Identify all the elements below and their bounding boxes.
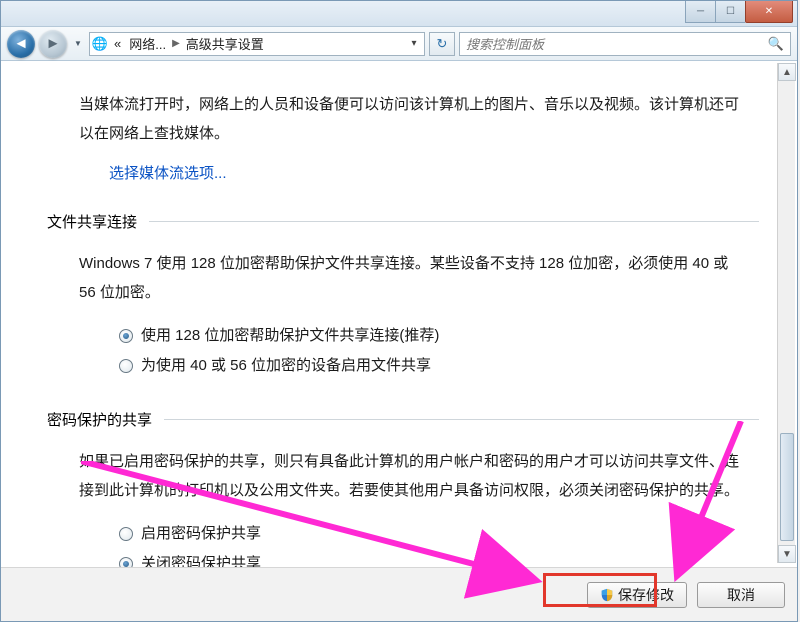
forward-button[interactable]: ►: [39, 30, 67, 58]
radio-icon: [119, 359, 133, 373]
navigation-bar: ◄ ► ▼ 🌐 « 网络... ▶ 高级共享设置 ▾ ↻ 搜索控制面板 🔍: [1, 27, 797, 61]
titlebar: ─ ☐ ✕: [1, 1, 797, 27]
radio-label: 为使用 40 或 56 位加密的设备启用文件共享: [141, 351, 431, 381]
history-dropdown[interactable]: ▼: [71, 39, 85, 48]
radio-icon: [119, 527, 133, 541]
breadcrumb-prefix: «: [112, 36, 123, 51]
section-divider: [149, 221, 759, 222]
back-button[interactable]: ◄: [7, 30, 35, 58]
cancel-button-label: 取消: [727, 585, 755, 605]
password-section-header: 密码保护的共享: [47, 409, 759, 430]
refresh-button[interactable]: ↻: [429, 32, 455, 56]
section-title: 文件共享连接: [47, 211, 137, 232]
save-button-label: 保存修改: [618, 585, 674, 605]
footer-button-bar: 保存修改 取消: [1, 567, 797, 621]
address-bar[interactable]: 🌐 « 网络... ▶ 高级共享设置 ▾: [89, 32, 425, 56]
radio-icon: [119, 329, 133, 343]
search-placeholder: 搜索控制面板: [466, 34, 544, 53]
section-title: 密码保护的共享: [47, 409, 152, 430]
arrow-left-icon: ◄: [14, 35, 29, 52]
radio-enable-password[interactable]: 启用密码保护共享: [119, 519, 759, 549]
media-stream-description: 当媒体流打开时，网络上的人员和设备便可以访问该计算机上的图片、音乐以及视频。该计…: [79, 91, 749, 148]
media-stream-link[interactable]: 选择媒体流选项...: [109, 162, 227, 183]
control-panel-window: ─ ☐ ✕ ◄ ► ▼ 🌐 « 网络... ▶ 高级共享设置 ▾ ↻ 搜索控制面…: [0, 0, 798, 622]
search-input[interactable]: 搜索控制面板 🔍: [459, 32, 791, 56]
scroll-up-button[interactable]: ▲: [778, 63, 796, 81]
breadcrumb-item[interactable]: 高级共享设置: [184, 34, 266, 53]
radio-label: 启用密码保护共享: [141, 519, 261, 549]
content-pane: 当媒体流打开时，网络上的人员和设备便可以访问该计算机上的图片、音乐以及视频。该计…: [1, 63, 777, 621]
breadcrumb-item[interactable]: 网络...: [127, 34, 168, 53]
chevron-right-icon: ▶: [172, 38, 180, 49]
section-divider: [164, 419, 759, 420]
radio-128bit[interactable]: 使用 128 位加密帮助保护文件共享连接(推荐): [119, 321, 759, 351]
file-share-section-header: 文件共享连接: [47, 211, 759, 232]
network-icon: 🌐: [92, 36, 108, 52]
refresh-icon: ↻: [437, 36, 448, 52]
address-dropdown[interactable]: ▾: [406, 38, 422, 49]
close-button[interactable]: ✕: [745, 1, 793, 23]
minimize-button[interactable]: ─: [685, 1, 715, 23]
radio-40-56bit[interactable]: 为使用 40 或 56 位加密的设备启用文件共享: [119, 351, 759, 381]
password-description: 如果已启用密码保护的共享，则只有具备此计算机的用户帐户和密码的用户才可以访问共享…: [79, 448, 749, 505]
arrow-right-icon: ►: [46, 35, 61, 52]
search-icon: 🔍: [768, 36, 784, 52]
shield-icon: [600, 588, 614, 602]
save-changes-button[interactable]: 保存修改: [587, 582, 687, 608]
file-share-radio-group: 使用 128 位加密帮助保护文件共享连接(推荐) 为使用 40 或 56 位加密…: [119, 321, 759, 381]
maximize-button[interactable]: ☐: [715, 1, 745, 23]
file-share-description: Windows 7 使用 128 位加密帮助保护文件共享连接。某些设备不支持 1…: [79, 250, 749, 307]
cancel-button[interactable]: 取消: [697, 582, 785, 608]
vertical-scrollbar[interactable]: ▲ ▼: [777, 63, 795, 563]
scroll-thumb[interactable]: [780, 433, 794, 541]
scroll-down-button[interactable]: ▼: [778, 545, 796, 563]
radio-label: 使用 128 位加密帮助保护文件共享连接(推荐): [141, 321, 439, 351]
